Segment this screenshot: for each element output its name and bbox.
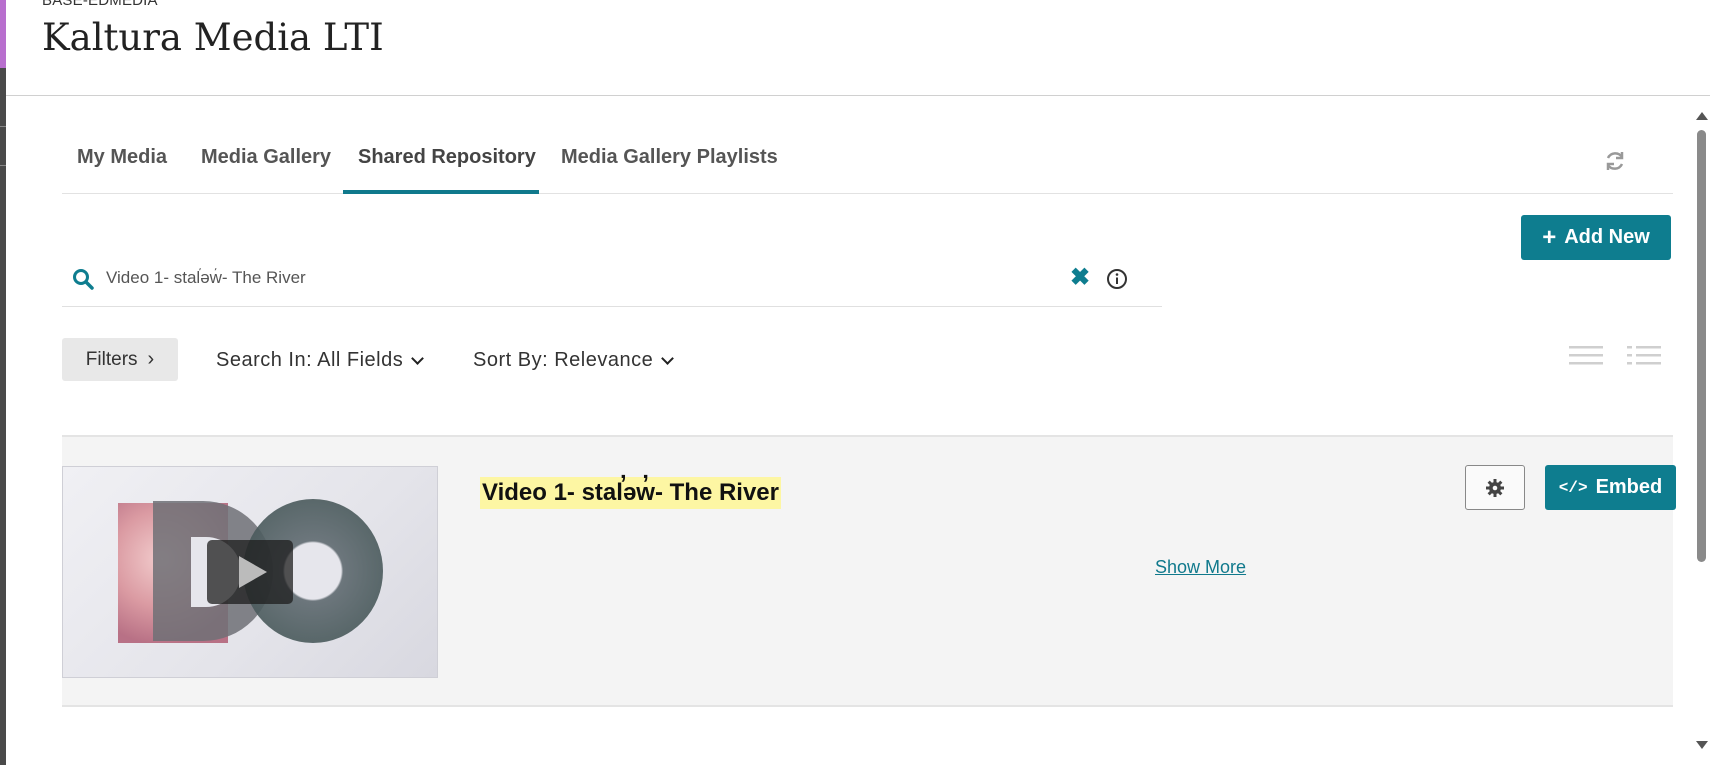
refresh-icon[interactable] — [1603, 149, 1627, 173]
tab-media-gallery-playlists[interactable]: Media Gallery Playlists — [546, 137, 793, 194]
close-icon[interactable]: ✖ — [1068, 266, 1092, 291]
gear-icon — [1486, 478, 1504, 497]
chevron-down-icon — [661, 351, 675, 365]
search-bar: ✖ — [62, 249, 1162, 307]
entry-title[interactable]: Video 1- stal̕əw̓- The River — [480, 477, 781, 509]
scrollbar-thumb[interactable] — [1697, 130, 1706, 562]
embed-button[interactable]: </> Embed — [1545, 465, 1676, 510]
play-icon — [239, 556, 267, 588]
search-input[interactable] — [106, 263, 1066, 293]
page-title: Kaltura Media LTI — [42, 16, 384, 59]
search-in-label: Search In: All Fields — [216, 349, 404, 371]
settings-button[interactable] — [1465, 465, 1525, 510]
show-more-link[interactable]: Show More — [1155, 557, 1246, 578]
page-header: BASE-EDMEDIA Kaltura Media LTI — [6, 0, 1710, 96]
video-thumbnail[interactable] — [62, 466, 438, 678]
tab-my-media[interactable]: My Media — [62, 137, 182, 194]
plus-icon: + — [1542, 223, 1557, 251]
code-icon: </> — [1558, 478, 1588, 497]
embed-label: Embed — [1595, 476, 1663, 498]
search-icon — [73, 269, 94, 290]
add-new-button[interactable]: + Add New — [1521, 215, 1671, 260]
info-icon[interactable] — [1106, 268, 1128, 290]
media-entry: Video 1- stal̕əw̓- The River Show More <… — [62, 435, 1676, 707]
breadcrumb[interactable]: BASE-EDMEDIA — [42, 0, 158, 9]
tab-shared-repository[interactable]: Shared Repository — [343, 137, 539, 194]
tab-media-gallery[interactable]: Media Gallery — [186, 137, 346, 194]
chevron-right-icon: › — [147, 348, 155, 370]
chevron-down-icon — [411, 351, 425, 365]
filters-label: Filters — [85, 348, 138, 370]
sort-by-label: Sort By: Relevance — [473, 349, 654, 371]
main-content: My Media Media Gallery Shared Repository… — [6, 97, 1692, 765]
vertical-scrollbar[interactable] — [1692, 108, 1710, 765]
detailed-list-icon[interactable] — [1624, 341, 1664, 371]
filters-button[interactable]: Filters › — [62, 338, 178, 381]
search-in-dropdown[interactable]: Search In: All Fields — [216, 349, 425, 372]
tab-bar: My Media Media Gallery Shared Repository… — [62, 137, 1673, 194]
add-new-label: Add New — [1564, 226, 1650, 248]
scroll-up-arrow-icon[interactable] — [1696, 112, 1708, 120]
scroll-down-arrow-icon[interactable] — [1696, 741, 1708, 749]
sort-by-dropdown[interactable]: Sort By: Relevance — [473, 349, 675, 372]
compact-list-icon[interactable] — [1566, 341, 1606, 371]
